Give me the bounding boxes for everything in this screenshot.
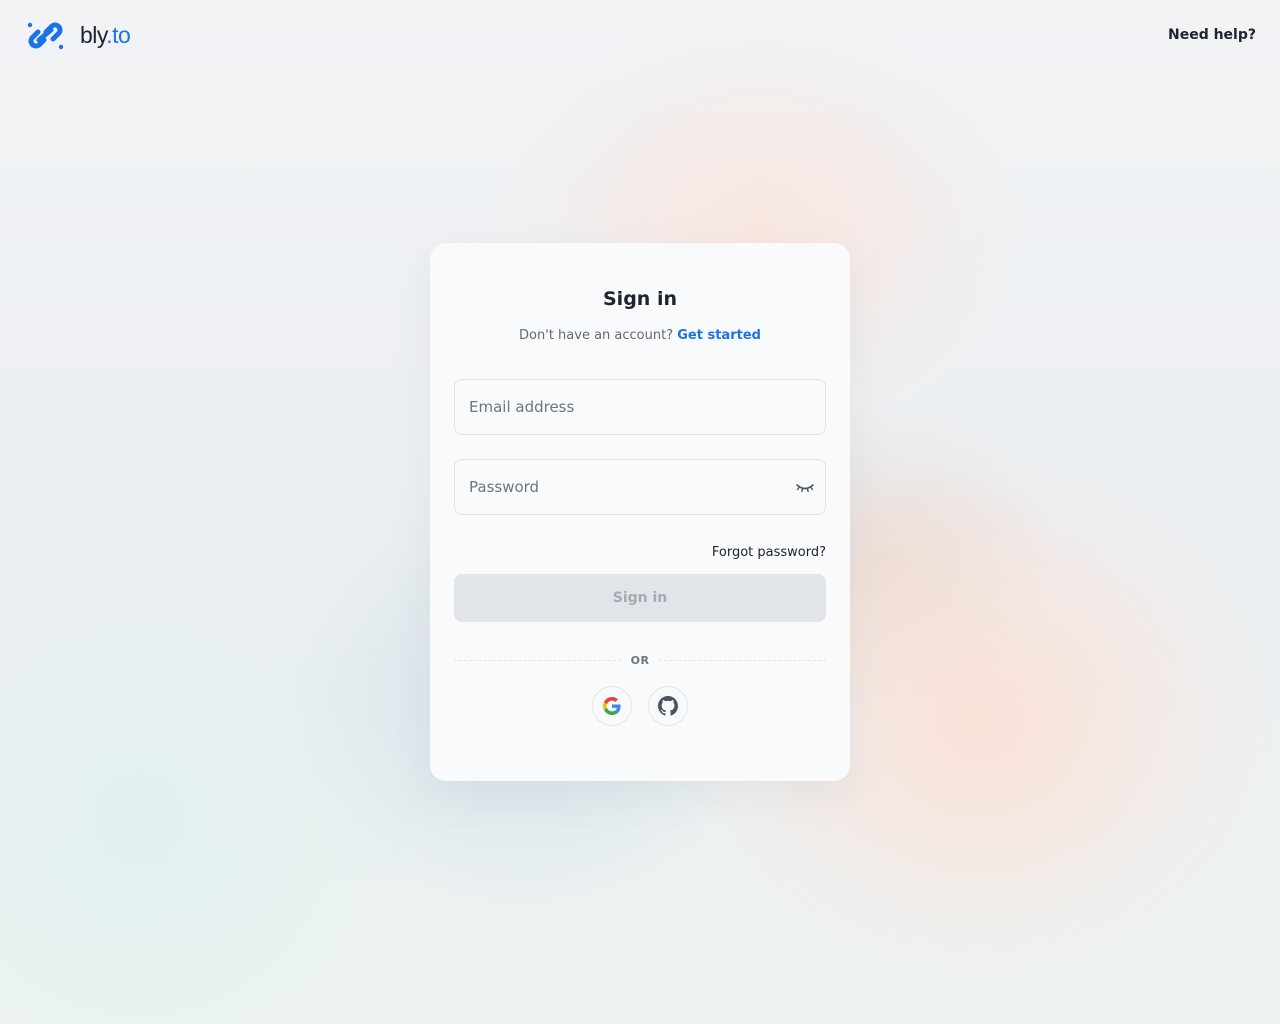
sign-in-card: Sign in Don't have an account? Get start… (430, 243, 850, 781)
logo-tld: .to (106, 21, 131, 48)
github-icon (658, 696, 678, 716)
divider-label: OR (630, 653, 650, 667)
need-help-link[interactable]: Need help? (1168, 27, 1256, 43)
google-icon (603, 697, 621, 715)
forgot-row: Forgot password? (454, 541, 826, 561)
social-login-group (454, 686, 826, 726)
email-field-wrapper (454, 379, 826, 435)
logo-name: bly (80, 21, 107, 48)
top-header: bly.to Need help? (0, 0, 1280, 72)
page-title: Sign in (603, 288, 677, 310)
toggle-password-visibility[interactable] (793, 476, 817, 500)
email-field[interactable] (455, 380, 825, 434)
chain-link-icon (27, 22, 64, 50)
google-sign-in-button[interactable] (592, 686, 632, 726)
sign-in-button[interactable]: Sign in (454, 574, 826, 622)
divider-line-right (659, 659, 827, 661)
forgot-password-link[interactable]: Forgot password? (712, 545, 826, 560)
password-field[interactable] (455, 460, 825, 514)
password-field-wrapper (454, 459, 826, 515)
signup-prompt-text: Don't have an account? (519, 328, 678, 343)
divider-line-left (454, 659, 621, 661)
signup-prompt: Don't have an account? Get started (454, 327, 826, 345)
logo-link[interactable]: bly.to (24, 18, 131, 52)
get-started-link[interactable]: Get started (677, 328, 761, 343)
or-divider: OR (454, 650, 827, 670)
github-sign-in-button[interactable] (648, 686, 688, 726)
logo-wordmark: bly.to (80, 21, 131, 49)
eye-closed-icon (796, 484, 814, 493)
